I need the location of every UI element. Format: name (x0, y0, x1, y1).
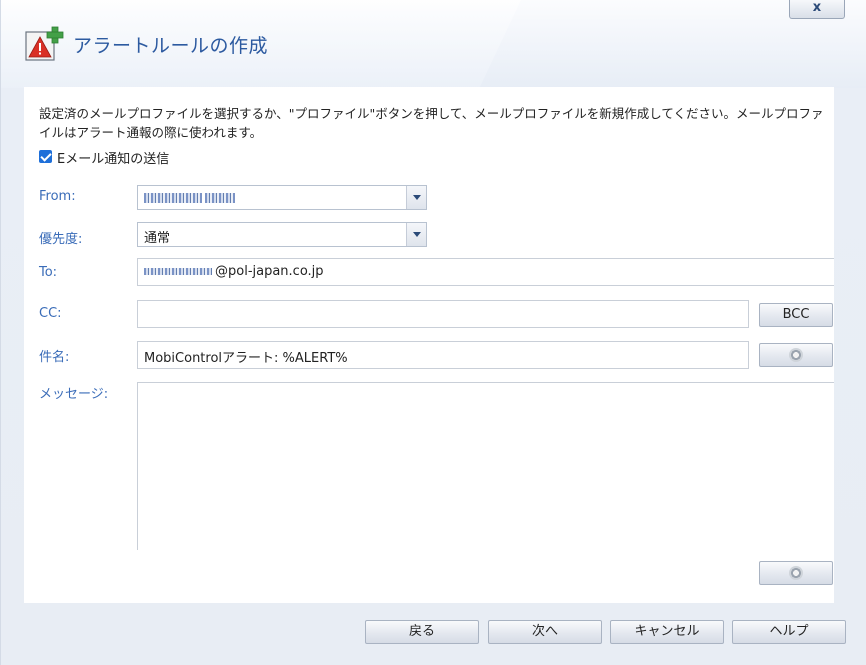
message-textarea[interactable] (137, 382, 834, 550)
subject-label: 件名: (39, 350, 70, 365)
chevron-down-icon[interactable] (406, 186, 426, 209)
help-button[interactable]: ヘルプ (732, 620, 846, 644)
bcc-button[interactable]: BCC (759, 303, 833, 327)
from-value (144, 190, 238, 205)
back-button[interactable]: 戻る (365, 620, 479, 644)
to-value: @pol-japan.co.jp (144, 264, 324, 279)
gear-icon (789, 566, 803, 580)
subject-field[interactable]: MobiControlアラート: %ALERT% (137, 341, 749, 369)
subject-macro-button[interactable] (759, 343, 833, 367)
cc-field[interactable] (137, 300, 749, 328)
priority-label: 優先度: (39, 232, 83, 247)
cc-label: CC: (39, 306, 62, 321)
from-label: From: (39, 189, 76, 204)
gear-icon (789, 348, 803, 362)
alert-rule-add-icon (25, 26, 64, 61)
subject-value: MobiControlアラート: %ALERT% (144, 351, 348, 366)
dialog-title: アラートルールの作成 (73, 35, 269, 57)
redacted-recipient (144, 268, 212, 275)
close-button[interactable]: x (789, 0, 845, 19)
to-domain: @pol-japan.co.jp (215, 264, 324, 279)
chevron-down-icon[interactable] (406, 223, 426, 246)
next-button[interactable]: 次へ (488, 620, 602, 644)
send-email-checkbox[interactable] (39, 150, 52, 163)
message-macro-button[interactable] (759, 561, 833, 585)
from-select[interactable] (137, 185, 427, 210)
cancel-button[interactable]: キャンセル (610, 620, 724, 644)
send-email-label: Eメール通知の送信 (57, 152, 170, 167)
redacted-sender (144, 192, 202, 203)
redacted-sender (205, 192, 235, 203)
priority-value: 通常 (144, 231, 171, 246)
description-text: 設定済のメールプロファイルを選択するか、"プロファイル"ボタンを押して、メールプ… (39, 106, 824, 140)
to-field[interactable]: @pol-japan.co.jp (137, 258, 834, 286)
priority-select[interactable]: 通常 (137, 222, 427, 247)
message-label: メッセージ: (39, 387, 109, 402)
create-alert-rule-dialog: アラートルールの作成 x 設定済のメールプロファイルを選択するか、"プロファイル… (0, 0, 866, 665)
to-label: To: (39, 265, 58, 280)
